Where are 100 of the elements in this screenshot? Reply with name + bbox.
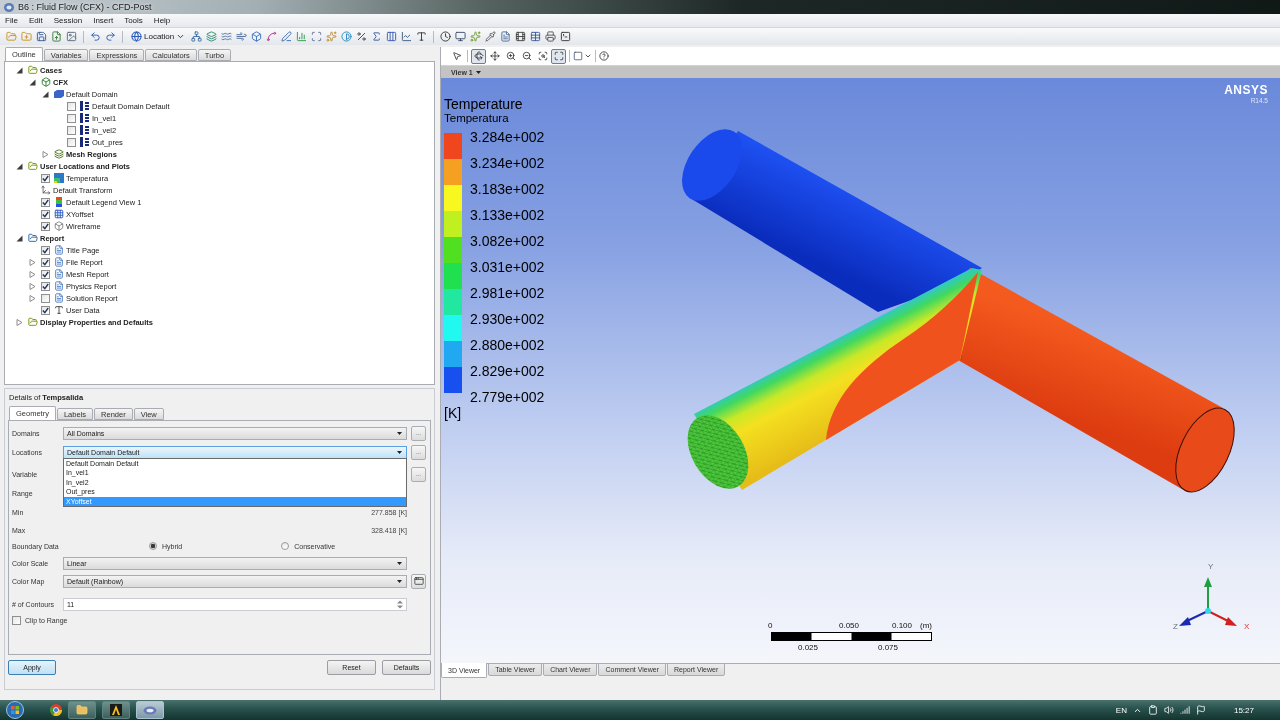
folder-icon bbox=[76, 704, 88, 716]
tool-button[interactable] bbox=[551, 48, 566, 64]
printer-icon[interactable] bbox=[545, 31, 557, 42]
expander-icon[interactable] bbox=[16, 234, 23, 242]
browser-icon[interactable] bbox=[50, 704, 62, 716]
chevron-logo-icon bbox=[110, 704, 122, 716]
clock-icon[interactable] bbox=[440, 31, 452, 42]
axes-icon bbox=[40, 185, 51, 195]
spinner-icon[interactable] bbox=[397, 599, 403, 609]
menu-item[interactable]: Session bbox=[53, 16, 83, 25]
legend-unit: [K] bbox=[444, 405, 462, 421]
signal-icon[interactable] bbox=[1179, 705, 1190, 715]
checkbox[interactable] bbox=[67, 137, 76, 147]
table-icon[interactable] bbox=[530, 31, 542, 42]
checkbox[interactable] bbox=[67, 101, 76, 111]
tool-button[interactable] bbox=[471, 48, 486, 64]
legend-label: 3.183e+002 bbox=[470, 180, 545, 199]
pan-icon bbox=[489, 51, 500, 61]
menu-item[interactable]: Help bbox=[153, 16, 171, 25]
film-icon[interactable] bbox=[515, 31, 527, 42]
terminal-icon[interactable] bbox=[560, 31, 572, 42]
expander-icon[interactable] bbox=[16, 162, 23, 170]
contrast-icon[interactable] bbox=[341, 31, 353, 42]
radio-button[interactable] bbox=[281, 542, 290, 550]
document-icon bbox=[53, 281, 64, 291]
expander-icon[interactable] bbox=[42, 90, 49, 98]
checkbox[interactable] bbox=[41, 269, 50, 279]
text-icon[interactable] bbox=[416, 31, 428, 42]
checkbox[interactable] bbox=[67, 113, 76, 123]
legend-label: 2.981e+002 bbox=[470, 284, 545, 303]
radio-button[interactable] bbox=[149, 542, 157, 550]
line-chart-icon[interactable] bbox=[401, 31, 413, 42]
help-icon[interactable] bbox=[599, 51, 609, 61]
checkbox[interactable] bbox=[41, 305, 50, 315]
fit-view-icon bbox=[553, 51, 564, 61]
speaker-icon[interactable] bbox=[1163, 705, 1174, 715]
layers-icon bbox=[53, 149, 64, 159]
clipboard-icon[interactable] bbox=[1147, 705, 1158, 715]
expander-icon[interactable] bbox=[16, 66, 23, 74]
axis-label: Z bbox=[1173, 622, 1178, 631]
sigma-icon[interactable] bbox=[371, 31, 383, 42]
checkbox[interactable] bbox=[41, 257, 50, 267]
legend-label: 2.829e+002 bbox=[470, 362, 545, 381]
undo-icon[interactable] bbox=[90, 31, 101, 42]
taskbar-button[interactable] bbox=[68, 701, 96, 719]
checkbox[interactable] bbox=[41, 221, 50, 231]
scan-icon[interactable] bbox=[311, 31, 323, 42]
grid-icon bbox=[53, 209, 64, 219]
location-button[interactable]: Location bbox=[129, 29, 188, 44]
checkbox[interactable] bbox=[67, 125, 76, 135]
logo-name: ANSYS bbox=[1224, 84, 1268, 97]
checkbox[interactable] bbox=[41, 281, 50, 291]
layers-icon[interactable] bbox=[206, 31, 218, 42]
legend-label: 3.133e+002 bbox=[470, 206, 545, 225]
square-icon[interactable] bbox=[573, 51, 583, 61]
network-icon[interactable] bbox=[191, 31, 203, 42]
menu-item[interactable]: File bbox=[5, 16, 18, 25]
checkbox[interactable] bbox=[41, 197, 50, 207]
zoom-in-icon bbox=[505, 51, 516, 61]
tool-button[interactable] bbox=[487, 48, 502, 64]
wind-icon[interactable] bbox=[236, 31, 248, 42]
start-orb-icon[interactable] bbox=[6, 701, 24, 719]
wireframe-box-icon bbox=[53, 221, 64, 231]
menu-item[interactable]: Edit bbox=[28, 16, 43, 25]
pointer-icon bbox=[451, 51, 462, 61]
bar-chart-icon[interactable] bbox=[296, 31, 308, 42]
pen-icon[interactable] bbox=[281, 31, 293, 42]
checkbox[interactable] bbox=[41, 293, 50, 303]
file-up-icon[interactable] bbox=[51, 31, 62, 42]
percent-icon[interactable] bbox=[356, 31, 368, 42]
clock[interactable]: 15:27 bbox=[1233, 705, 1254, 715]
menu-item[interactable]: Tools bbox=[124, 16, 143, 25]
checkbox[interactable] bbox=[41, 245, 50, 255]
caret-icon[interactable] bbox=[584, 52, 592, 60]
checkbox[interactable] bbox=[41, 209, 50, 219]
checkbox[interactable] bbox=[41, 173, 50, 183]
waves-icon[interactable] bbox=[221, 31, 233, 42]
spline-icon[interactable] bbox=[266, 31, 278, 42]
taskbar-button[interactable] bbox=[102, 701, 130, 719]
flag-icon[interactable] bbox=[1195, 705, 1206, 715]
caret-icon bbox=[397, 579, 402, 583]
language-indicator[interactable]: EN bbox=[1115, 705, 1127, 715]
boundary-marker-icon bbox=[80, 113, 89, 123]
edit-map-button[interactable] bbox=[411, 573, 426, 589]
menu-item[interactable]: Insert bbox=[93, 16, 114, 25]
save-icon[interactable] bbox=[36, 31, 47, 42]
caret-icon bbox=[397, 431, 402, 435]
legend-label: 3.284e+002 bbox=[470, 128, 545, 147]
window-title: B6 : Fluid Flow (CFX) - CFD-Post bbox=[18, 2, 152, 12]
caret-icon bbox=[475, 70, 481, 74]
checkbox[interactable] bbox=[12, 615, 21, 625]
image-icon[interactable] bbox=[66, 31, 77, 42]
contour-icon bbox=[53, 173, 64, 183]
expander-icon[interactable] bbox=[29, 78, 36, 86]
pipette-icon[interactable] bbox=[485, 31, 497, 42]
columns-icon[interactable] bbox=[386, 31, 398, 42]
monitor-icon[interactable] bbox=[455, 31, 467, 42]
redo-icon[interactable] bbox=[105, 31, 116, 42]
scale-label: 0.075 bbox=[878, 643, 899, 652]
cube-icon[interactable] bbox=[251, 31, 263, 42]
